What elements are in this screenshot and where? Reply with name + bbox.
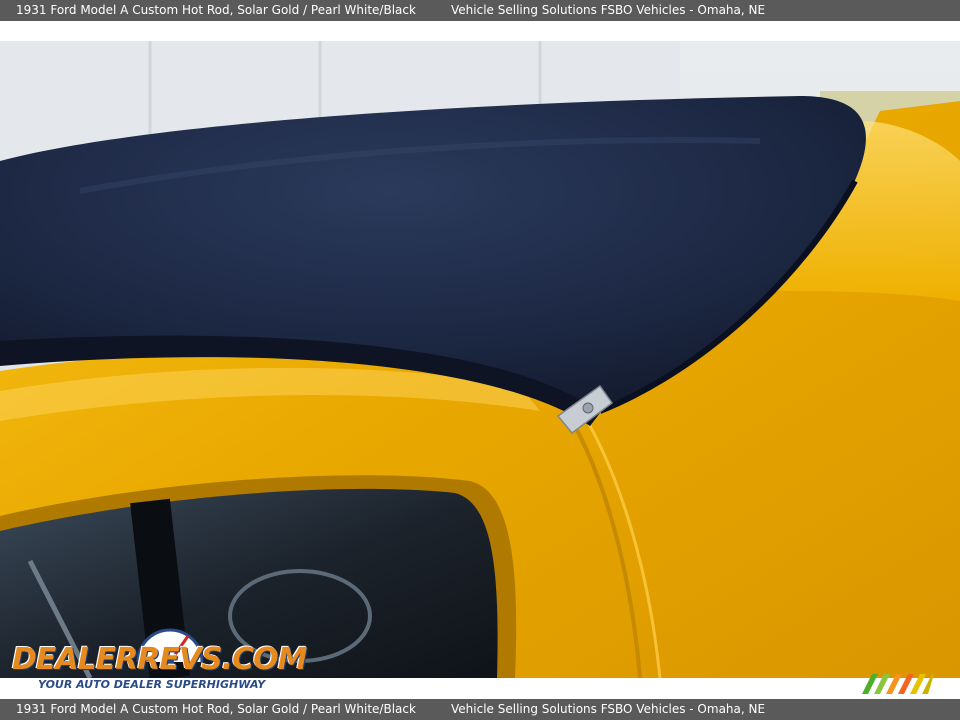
footer-vehicle-title: 1931 Ford Model A Custom Hot Rod, Solar …	[16, 702, 416, 716]
stripe-logo-icon	[862, 674, 934, 694]
dealerrevs-watermark: DEALERREVS.COM YOUR AUTO DEALER SUPERHIG…	[10, 622, 308, 694]
photo-illustration	[0, 41, 960, 678]
watermark-brand: DEALERREVS.COM	[12, 642, 308, 677]
footer-seller: Vehicle Selling Solutions FSBO Vehicles …	[451, 702, 766, 716]
footer-bar: 1931 Ford Model A Custom Hot Rod, Solar …	[0, 699, 960, 720]
header-bar: 1931 Ford Model A Custom Hot Rod, Solar …	[0, 0, 960, 21]
header-seller: Vehicle Selling Solutions FSBO Vehicles …	[451, 3, 766, 17]
watermark-tagline: YOUR AUTO DEALER SUPERHIGHWAY	[38, 678, 266, 691]
header-vehicle-title: 1931 Ford Model A Custom Hot Rod, Solar …	[16, 3, 416, 17]
vehicle-photo	[0, 41, 960, 678]
